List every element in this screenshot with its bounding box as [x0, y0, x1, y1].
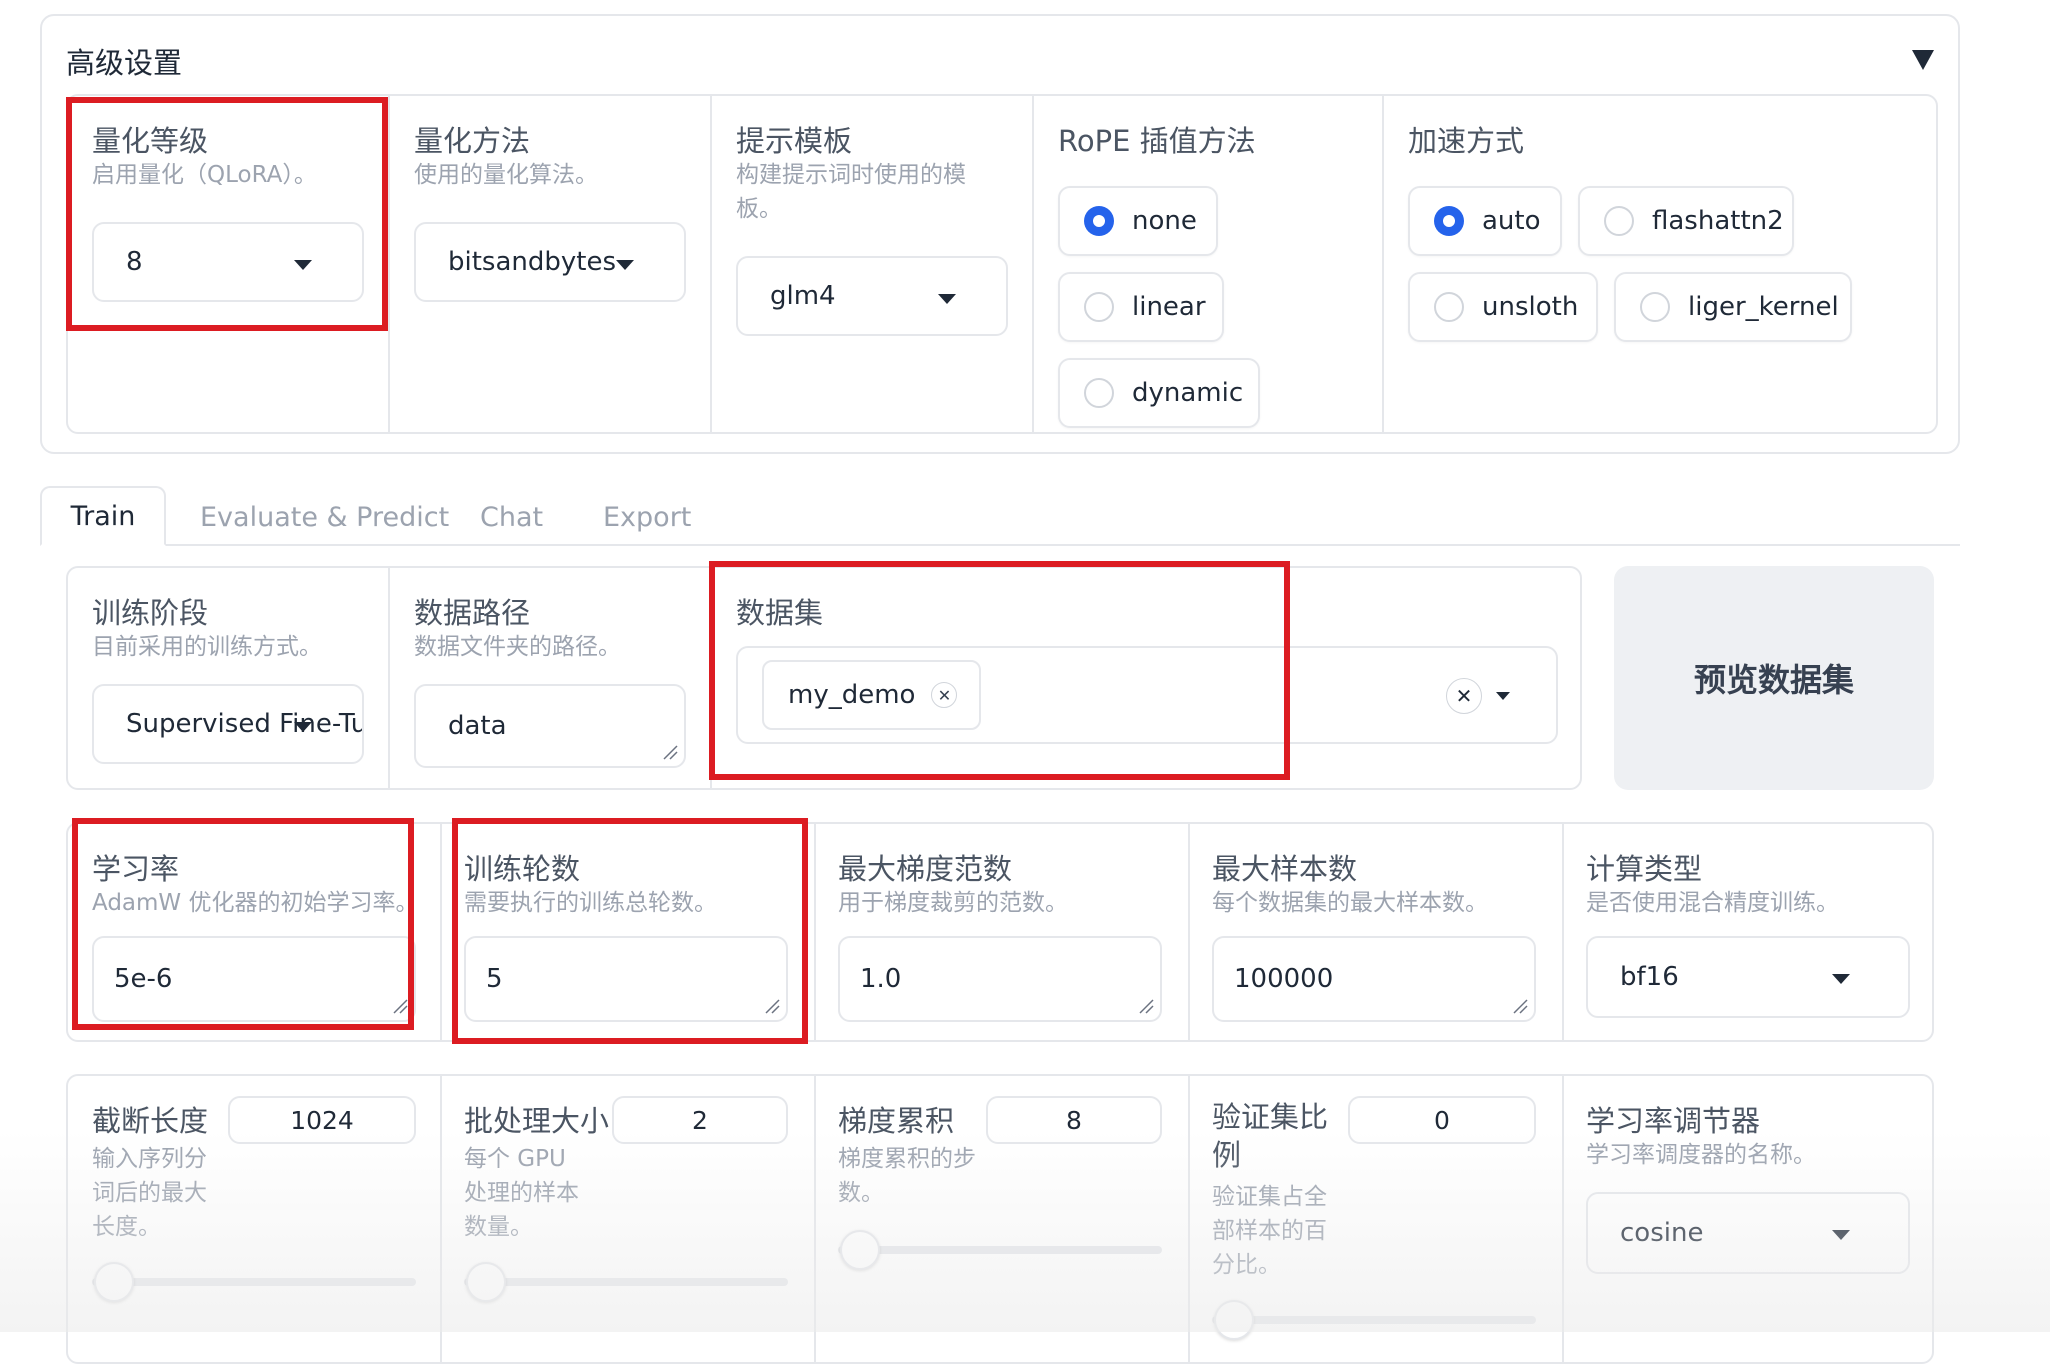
quant-method-value: bitsandbytes — [448, 247, 617, 277]
rope-label: RoPE 插值方法 — [1058, 124, 1256, 158]
grad-accum-slider-handle[interactable] — [840, 1230, 880, 1270]
highlight-quant-bit — [66, 97, 388, 331]
val-size-input[interactable]: 0 — [1348, 1096, 1536, 1144]
grad-accum-info: 梯度累积的步数。 — [838, 1146, 976, 1206]
dataset-dir-info: 数据文件夹的路径。 — [414, 634, 621, 660]
resize-handle-icon[interactable] — [1512, 998, 1528, 1014]
stage-label: 训练阶段 — [92, 596, 209, 630]
grad-accum-slider-track[interactable] — [838, 1246, 1162, 1254]
highlight-epochs — [452, 818, 808, 1044]
batch-size-input[interactable]: 2 — [612, 1096, 788, 1144]
rope-option-none[interactable]: none — [1058, 186, 1218, 256]
max-samples-label: 最大样本数 — [1212, 852, 1358, 886]
resize-handle-icon[interactable] — [662, 744, 678, 760]
compute-type-dropdown[interactable]: bf16 — [1586, 936, 1910, 1018]
val-size-label: 验证集比例 — [1212, 1100, 1329, 1172]
chevron-down-icon — [294, 722, 312, 732]
compute-type-label: 计算类型 — [1586, 852, 1703, 886]
dataset-dir-label: 数据路径 — [414, 596, 531, 630]
batch-size-slider-track[interactable] — [464, 1278, 788, 1286]
chevron-down-icon — [1832, 974, 1850, 984]
batch-size-info: 每个 GPU 处理的样本数量。 — [464, 1146, 579, 1240]
template-value: glm4 — [770, 281, 836, 311]
batch-size-label: 批处理大小 — [464, 1104, 610, 1138]
dataset-dir-value: data — [448, 711, 507, 741]
stage-value: Supervised Fine-Tuning — [126, 709, 362, 739]
val-size-slider-track[interactable] — [1212, 1316, 1536, 1324]
cutoff-len-input[interactable]: 1024 — [228, 1096, 416, 1144]
resize-handle-icon[interactable] — [1138, 998, 1154, 1014]
max-grad-norm-value: 1.0 — [860, 964, 902, 994]
radio-unchecked-icon — [1604, 206, 1634, 236]
tab-evaluate-predict[interactable]: Evaluate & Predict — [200, 502, 449, 533]
quant-method-label: 量化方法 — [414, 124, 531, 158]
chevron-down-icon — [616, 260, 634, 270]
clear-all-icon[interactable]: ✕ — [1446, 678, 1482, 714]
tab-strip-line — [40, 544, 1960, 546]
max-samples-value: 100000 — [1234, 964, 1334, 994]
grad-accum-input[interactable]: 8 — [986, 1096, 1162, 1144]
lr-scheduler-label: 学习率调节器 — [1586, 1104, 1761, 1138]
max-samples-info: 每个数据集的最大样本数。 — [1212, 890, 1488, 916]
lr-scheduler-info: 学习率调度器的名称。 — [1586, 1142, 1816, 1168]
compute-type-info: 是否使用混合精度训练。 — [1586, 890, 1839, 916]
template-label: 提示模板 — [736, 124, 853, 158]
val-size-slider-handle[interactable] — [1214, 1300, 1254, 1340]
highlight-learning-rate — [72, 818, 414, 1030]
booster-label: 加速方式 — [1408, 124, 1525, 158]
stage-info: 目前采用的训练方式。 — [92, 634, 322, 660]
chevron-down-icon — [1832, 1230, 1850, 1240]
lr-scheduler-value: cosine — [1620, 1218, 1704, 1248]
chevron-down-icon — [938, 294, 956, 304]
val-size-info: 验证集占全部样本的百分比。 — [1212, 1184, 1327, 1278]
radio-checked-icon — [1434, 206, 1464, 236]
booster-option-unsloth[interactable]: unsloth — [1408, 272, 1598, 342]
max-grad-norm-label: 最大梯度范数 — [838, 852, 1013, 886]
max-grad-norm-input[interactable]: 1.0 — [838, 936, 1162, 1022]
booster-option-auto[interactable]: auto — [1408, 186, 1562, 256]
radio-unchecked-icon — [1434, 292, 1464, 322]
quant-method-info: 使用的量化算法。 — [414, 162, 598, 188]
radio-unchecked-icon — [1084, 378, 1114, 408]
chevron-down-icon — [1496, 692, 1510, 700]
cutoff-len-label: 截断长度 — [92, 1104, 209, 1138]
max-grad-norm-info: 用于梯度裁剪的范数。 — [838, 890, 1068, 916]
radio-unchecked-icon — [1084, 292, 1114, 322]
rope-option-dynamic[interactable]: dynamic — [1058, 358, 1260, 428]
cutoff-len-slider-handle[interactable] — [94, 1262, 134, 1302]
quant-method-dropdown[interactable]: bitsandbytes — [414, 222, 686, 302]
tab-train[interactable]: Train — [40, 486, 166, 546]
booster-option-liger-kernel[interactable]: liger_kernel — [1614, 272, 1852, 342]
rope-option-linear[interactable]: linear — [1058, 272, 1224, 342]
lr-scheduler-dropdown[interactable]: cosine — [1586, 1192, 1910, 1274]
advanced-settings-title: 高级设置 — [66, 46, 183, 80]
cutoff-len-info: 输入序列分词后的最大长度。 — [92, 1146, 207, 1240]
radio-unchecked-icon — [1640, 292, 1670, 322]
cutoff-len-slider-track[interactable] — [92, 1278, 416, 1286]
booster-option-flashattn2[interactable]: flashattn2 — [1578, 186, 1794, 256]
highlight-dataset — [709, 561, 1290, 780]
radio-checked-icon — [1084, 206, 1114, 236]
preview-dataset-button[interactable]: 预览数据集 — [1614, 566, 1934, 790]
stage-dropdown[interactable]: Supervised Fine-Tuning — [92, 684, 364, 764]
compute-type-value: bf16 — [1620, 962, 1679, 992]
template-dropdown[interactable]: glm4 — [736, 256, 1008, 336]
batch-size-slider-handle[interactable] — [466, 1262, 506, 1302]
train-row-3: 截断长度 1024 输入序列分词后的最大长度。 批处理大小 2 每个 GPU 处… — [66, 1074, 1934, 1364]
tab-export[interactable]: Export — [603, 502, 691, 533]
tab-chat[interactable]: Chat — [480, 502, 543, 533]
template-info: 构建提示词时使用的模板。 — [736, 162, 966, 222]
dataset-dir-input[interactable]: data — [414, 684, 686, 768]
max-samples-input[interactable]: 100000 — [1212, 936, 1536, 1022]
collapse-triangle-icon[interactable] — [1912, 50, 1934, 70]
grad-accum-label: 梯度累积 — [838, 1104, 955, 1138]
